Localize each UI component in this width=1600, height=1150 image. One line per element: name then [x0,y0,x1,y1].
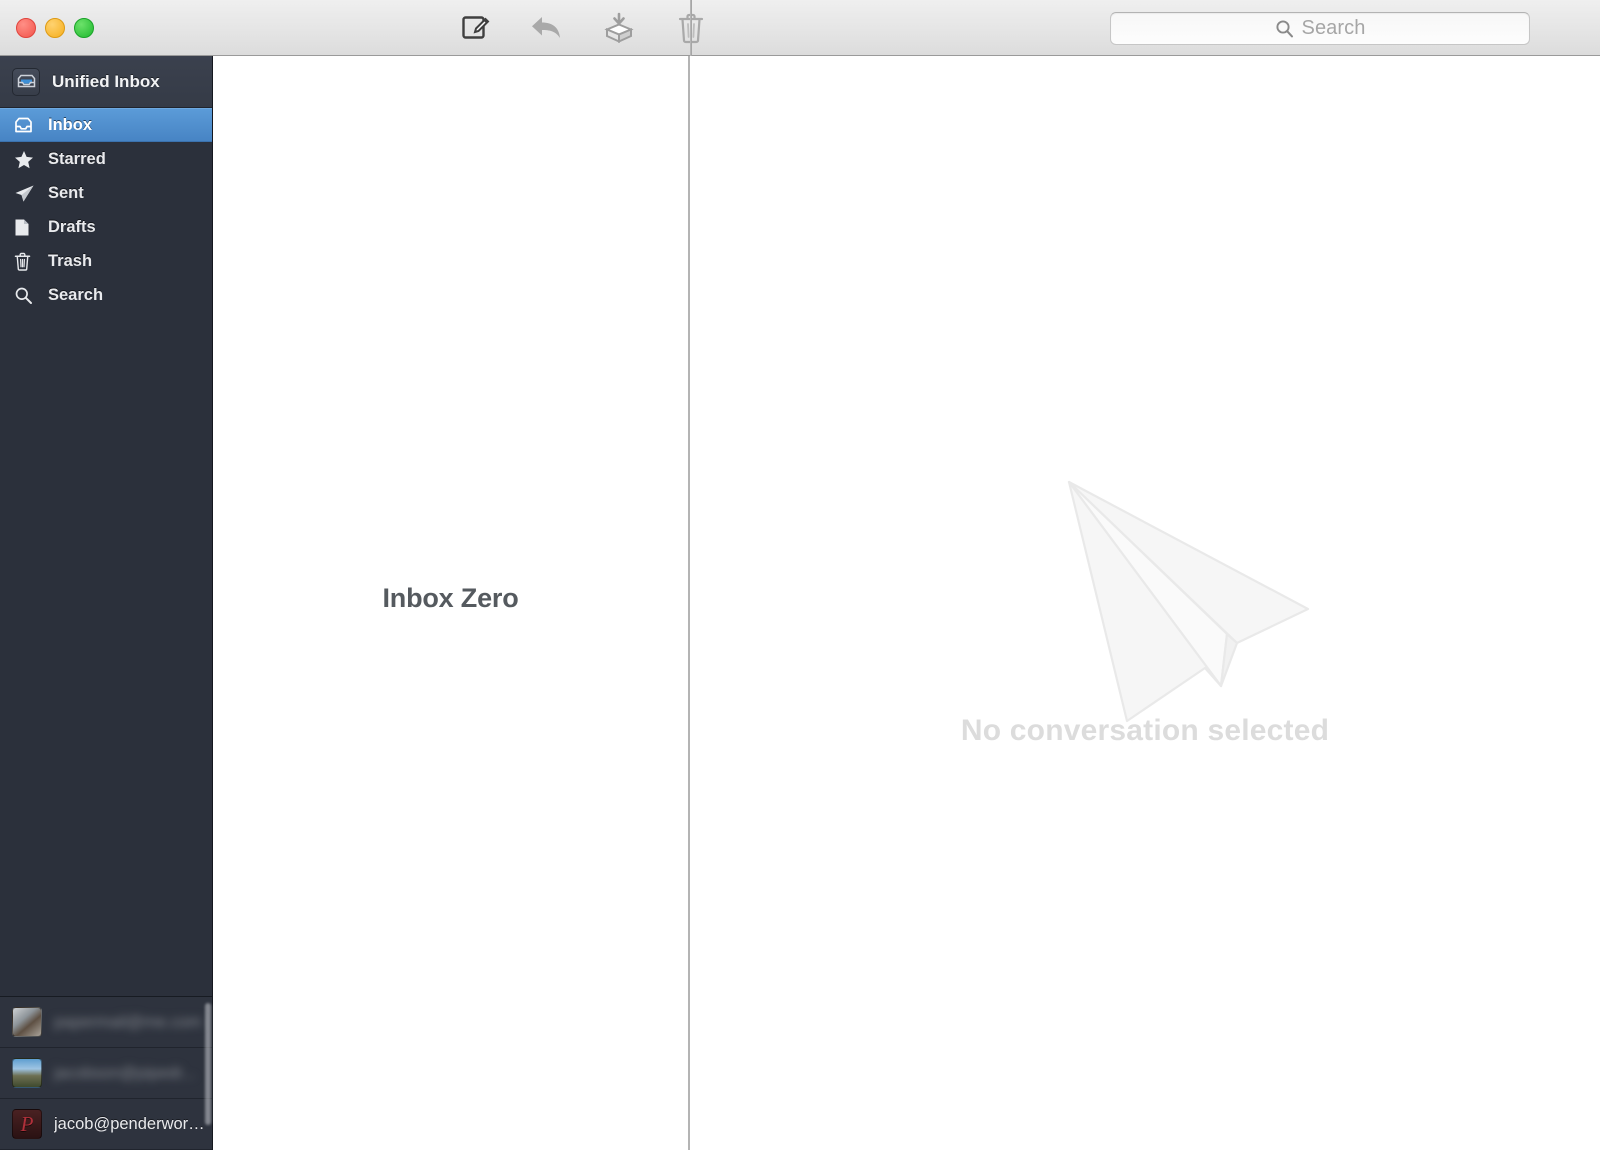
maximize-window-button[interactable] [74,18,94,38]
sidebar-item-label: Starred [48,149,106,168]
sidebar-item-drafts[interactable]: Drafts [0,210,212,244]
minimize-window-button[interactable] [45,18,65,38]
no-conversation-selected-text: No conversation selected [960,714,1330,747]
compose-button[interactable] [455,8,495,48]
sidebar-item-starred[interactable]: Starred [0,142,212,176]
inbox-zero-message: Inbox Zero [382,582,519,613]
sidebar-item-label: Trash [48,251,93,270]
search-input[interactable]: Search [1110,12,1530,45]
document-icon [14,218,40,237]
account-email-label: jacob@penderwor… [54,1114,205,1133]
reading-pane: No conversation selected [690,56,1600,1150]
compose-icon [462,16,490,39]
account-email-label: papermail@me.com [54,1012,202,1031]
sidebar-item-label: Inbox [48,115,92,134]
reply-button[interactable] [527,8,567,48]
trash-icon [14,252,40,271]
toolbar-pane-divider [690,0,692,56]
sidebar: Unified Inbox Inbox Starred Sent Drafts … [0,56,213,1150]
accounts-scrollbar[interactable] [205,1003,211,1125]
sidebar-item-label: Search [48,285,104,304]
sidebar-item-sent[interactable]: Sent [0,176,212,210]
app-body: Unified Inbox Inbox Starred Sent Drafts … [0,56,1600,1150]
titlebar: Search [0,0,1600,56]
paper-plane-illustration [1015,446,1315,736]
send-icon [14,184,40,203]
avatar [12,1058,42,1088]
sidebar-nav-list: Inbox Starred Sent Drafts Trash Search [0,108,212,312]
message-list-pane: Inbox Zero [213,56,690,1150]
search-container: Search [1110,12,1530,45]
account-list: papermail@me.com jacobson@pipedr... P ja… [0,996,212,1150]
avatar [12,1007,42,1037]
window-controls [12,0,94,56]
account-row[interactable]: jacobson@pipedr... [0,1048,212,1099]
empty-state: No conversation selected [690,446,1600,748]
sidebar-header-unified-inbox[interactable]: Unified Inbox [0,56,212,108]
archive-icon [604,12,634,44]
unified-inbox-label: Unified Inbox [52,71,160,91]
toolbar-actions [455,0,711,56]
search-placeholder-text: Search [1301,17,1366,39]
mail-app-window: Search Unified Inbox Inbox Starred Sent … [0,0,1600,1150]
archive-button[interactable] [599,8,639,48]
account-row[interactable]: papermail@me.com [0,997,212,1048]
sidebar-item-label: Drafts [48,217,96,236]
close-window-button[interactable] [16,18,36,38]
reply-icon [532,17,560,38]
sidebar-item-search[interactable]: Search [0,278,212,312]
avatar-letter: P [20,1111,34,1136]
unified-inbox-icon [12,67,40,96]
sidebar-item-trash[interactable]: Trash [0,244,212,278]
avatar: P [12,1109,42,1139]
account-email-label: jacobson@pipedr... [54,1063,196,1082]
search-icon [14,286,40,305]
sidebar-item-label: Sent [48,183,84,202]
account-row[interactable]: P jacob@penderwor… [0,1099,212,1150]
sidebar-item-inbox[interactable]: Inbox [0,108,212,142]
search-icon [1275,20,1293,38]
inbox-icon [14,117,40,134]
star-icon [14,150,40,169]
